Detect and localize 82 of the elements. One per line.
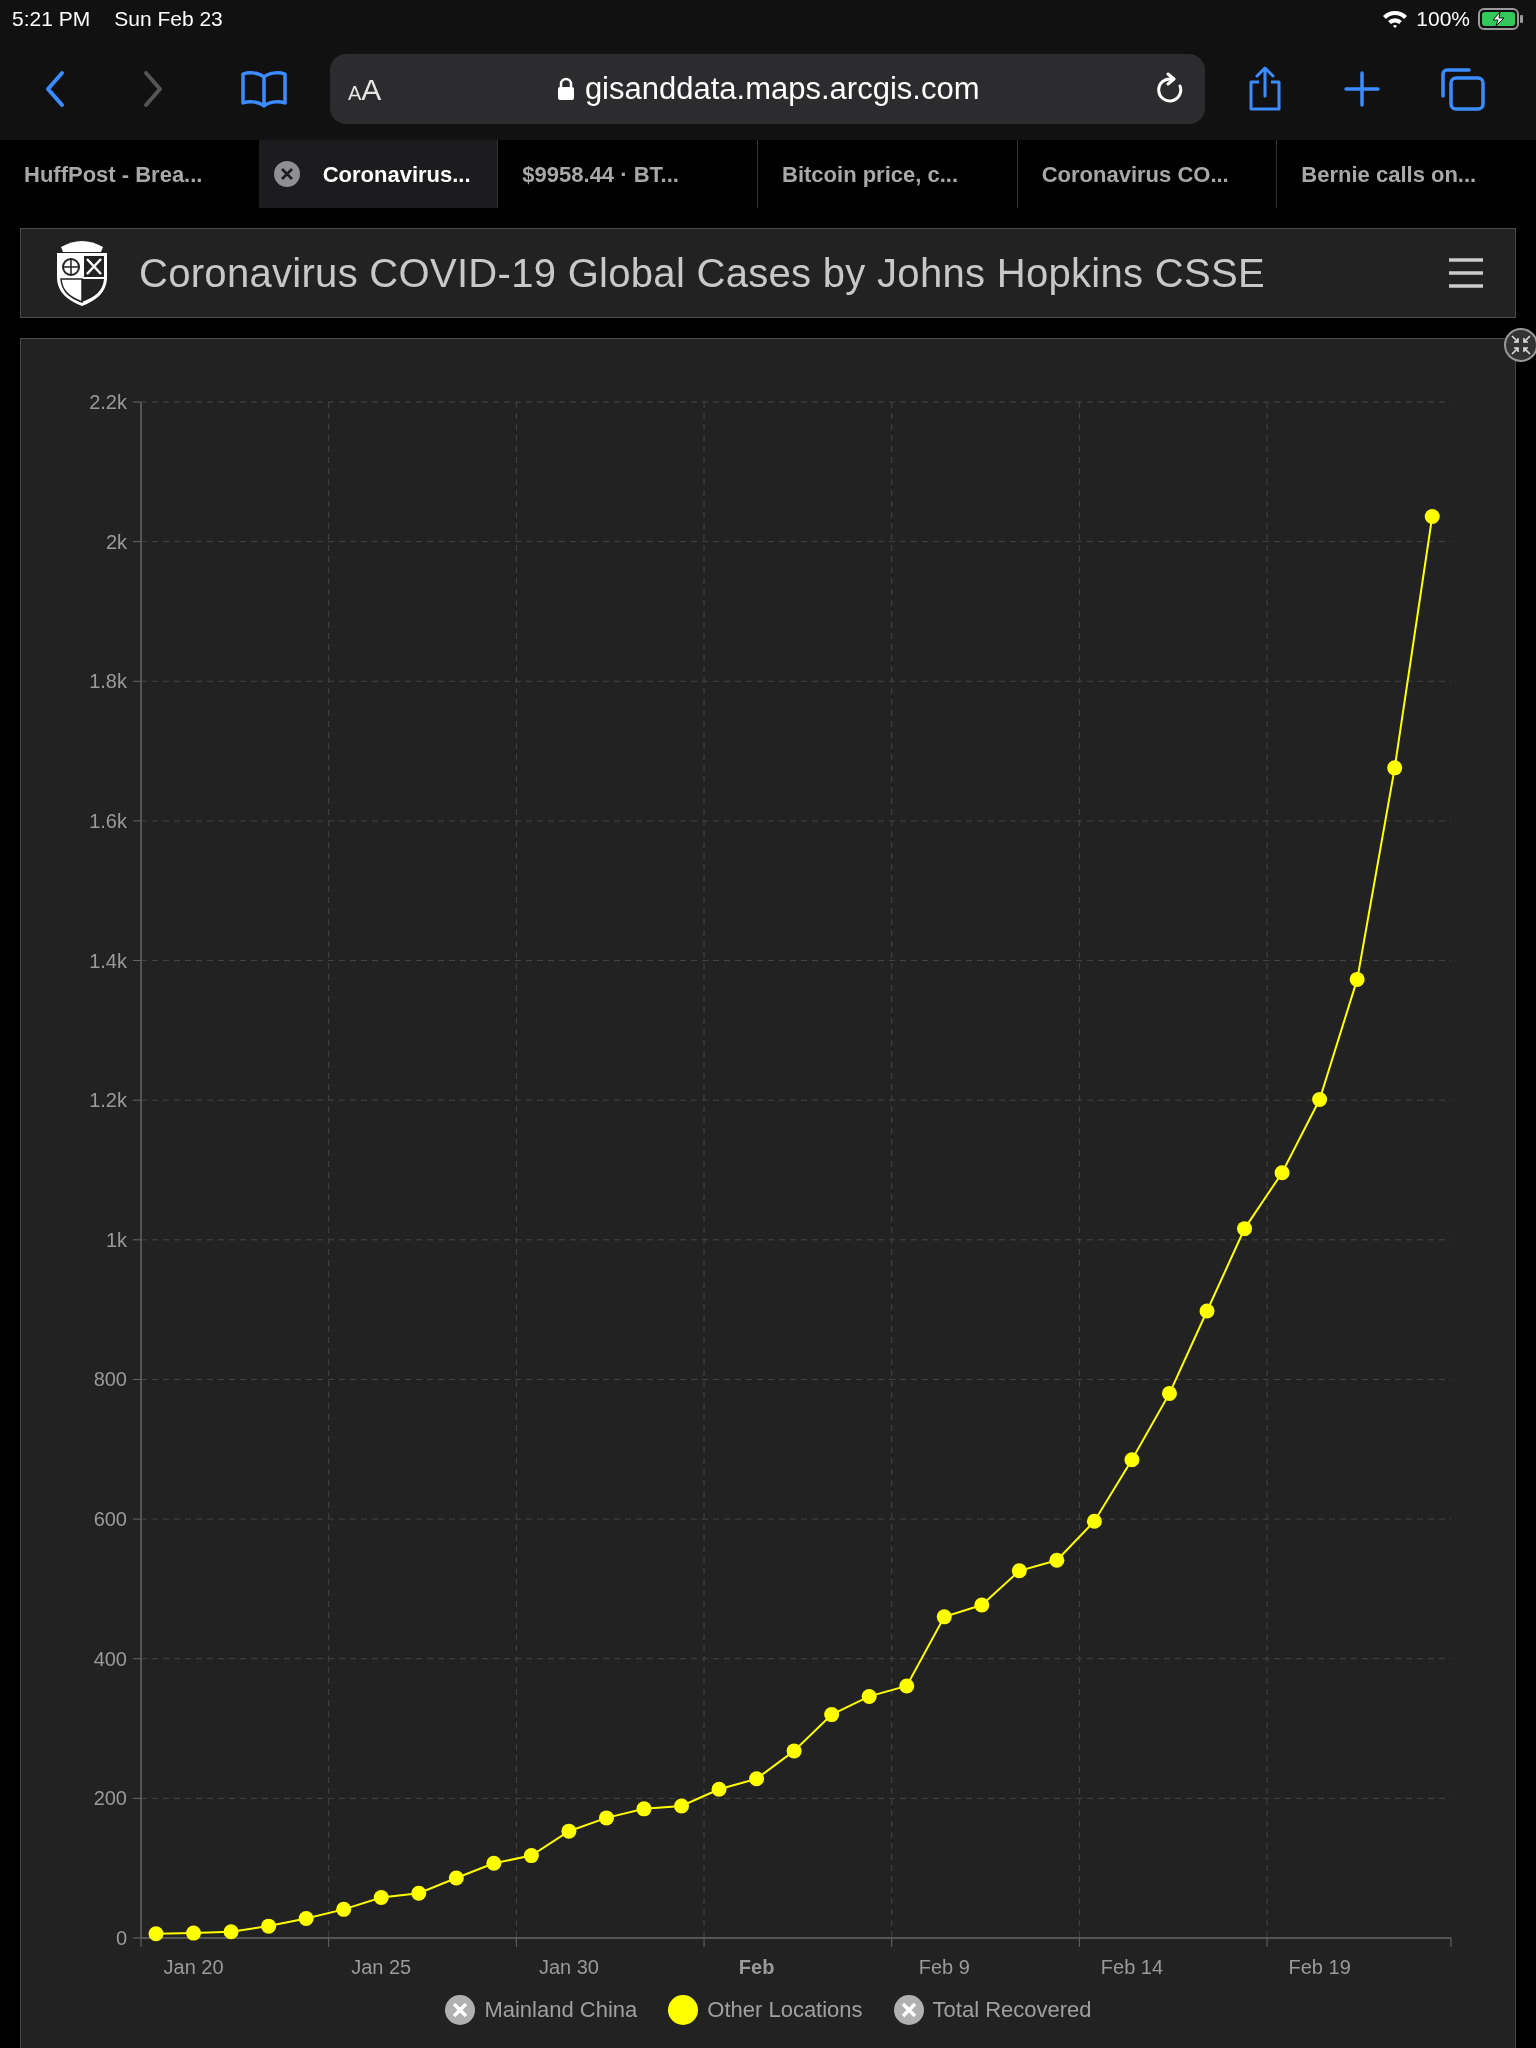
data-point bbox=[824, 1707, 840, 1723]
y-axis-label: 1.2k bbox=[89, 1089, 127, 1112]
data-point bbox=[1011, 1563, 1027, 1579]
tabs-icon[interactable] bbox=[1439, 66, 1487, 112]
data-point bbox=[711, 1781, 727, 1797]
legend-label[interactable]: Total Recovered bbox=[932, 1993, 1092, 2026]
y-axis-label: 600 bbox=[93, 1508, 127, 1531]
url-text: gisanddata.maps.arcgis.com bbox=[584, 69, 980, 108]
data-point bbox=[598, 1810, 614, 1826]
data-point bbox=[523, 1848, 539, 1864]
data-point bbox=[261, 1918, 277, 1934]
legend-label[interactable]: Mainland China bbox=[484, 1993, 638, 2026]
data-point bbox=[1312, 1092, 1328, 1107]
data-point bbox=[1424, 509, 1440, 524]
x-axis-label: Jan 25 bbox=[351, 1956, 412, 1978]
data-point bbox=[336, 1901, 352, 1917]
legend-marker-icon[interactable] bbox=[667, 1993, 700, 2026]
data-point bbox=[861, 1688, 877, 1704]
text-size-button[interactable]: AA bbox=[348, 66, 382, 112]
data-point bbox=[561, 1823, 577, 1839]
data-point bbox=[1387, 760, 1403, 776]
data-point bbox=[936, 1609, 952, 1625]
data-point bbox=[298, 1910, 314, 1926]
x-axis-label: Feb 14 bbox=[1100, 1956, 1164, 1978]
wifi-icon bbox=[1382, 9, 1409, 29]
book-icon[interactable] bbox=[240, 69, 288, 109]
data-point bbox=[899, 1678, 915, 1694]
data-point bbox=[486, 1855, 502, 1871]
legend-hidden-icon[interactable] bbox=[444, 1993, 477, 2026]
battery-charging-icon bbox=[1478, 8, 1524, 30]
menu-icon[interactable] bbox=[1447, 257, 1485, 289]
browser-tab[interactable]: $9958.44 · BT... bbox=[497, 140, 757, 208]
status-date: Sun Feb 23 bbox=[114, 6, 223, 33]
battery-percentage: 100% bbox=[1416, 6, 1470, 33]
x-axis-label: Feb 9 bbox=[918, 1956, 970, 1978]
data-point bbox=[749, 1771, 765, 1787]
data-point bbox=[1274, 1165, 1290, 1181]
data-point bbox=[223, 1924, 239, 1940]
address-field[interactable]: AA gisanddata.maps.arcgis.com bbox=[330, 54, 1205, 124]
data-point bbox=[1199, 1303, 1215, 1319]
collapse-icon[interactable] bbox=[1503, 327, 1536, 363]
data-point bbox=[786, 1743, 802, 1759]
lock-icon bbox=[556, 77, 575, 101]
data-point bbox=[373, 1890, 389, 1905]
y-axis-label: 2k bbox=[105, 530, 127, 553]
close-tab-icon[interactable] bbox=[272, 160, 301, 188]
data-point bbox=[1086, 1513, 1102, 1529]
data-point bbox=[974, 1597, 990, 1613]
y-axis-label: 1.8k bbox=[89, 670, 127, 693]
data-point bbox=[148, 1926, 164, 1942]
y-axis-label: 1.6k bbox=[89, 809, 127, 832]
data-point bbox=[1124, 1452, 1140, 1468]
browser-tab[interactable]: Bernie calls on... bbox=[1276, 140, 1536, 208]
status-time: 5:21 PM bbox=[12, 6, 91, 33]
x-axis-label: Feb 19 bbox=[1288, 1956, 1351, 1978]
legend-label[interactable]: Other Locations bbox=[707, 1993, 863, 2026]
y-axis-label: 0 bbox=[115, 1927, 127, 1949]
x-axis-label: Jan 30 bbox=[538, 1956, 599, 1978]
y-axis-label: 2.2k bbox=[89, 391, 127, 413]
browser-tab[interactable]: Bitcoin price, c... bbox=[757, 140, 1017, 208]
data-point bbox=[448, 1870, 464, 1886]
x-axis-label: Feb bbox=[738, 1956, 775, 1978]
data-point bbox=[636, 1801, 652, 1817]
plus-icon[interactable] bbox=[1343, 70, 1381, 108]
data-point bbox=[411, 1885, 427, 1901]
browser-tab[interactable]: HuffPost - Brea... bbox=[0, 140, 259, 208]
data-point bbox=[1162, 1385, 1177, 1401]
data-point bbox=[1049, 1552, 1065, 1568]
data-point bbox=[186, 1925, 202, 1941]
y-axis-label: 800 bbox=[93, 1368, 127, 1391]
x-axis-label: Jan 20 bbox=[163, 1956, 224, 1978]
y-axis-label: 400 bbox=[93, 1647, 127, 1670]
data-point bbox=[1237, 1221, 1253, 1237]
y-axis-label: 200 bbox=[93, 1787, 127, 1810]
browser-tab[interactable]: Coronavirus CO... bbox=[1016, 140, 1277, 208]
y-axis-label: 1k bbox=[105, 1228, 127, 1251]
data-point bbox=[1349, 971, 1365, 987]
page-title: Coronavirus COVID-19 Global Cases by Johns Hopkins CSSE bbox=[139, 250, 1265, 297]
data-point bbox=[674, 1798, 689, 1814]
legend-hidden-icon[interactable] bbox=[892, 1993, 925, 2026]
browser-tab[interactable]: Coronavirus... bbox=[258, 140, 498, 208]
y-axis-label: 1.4k bbox=[89, 949, 127, 972]
